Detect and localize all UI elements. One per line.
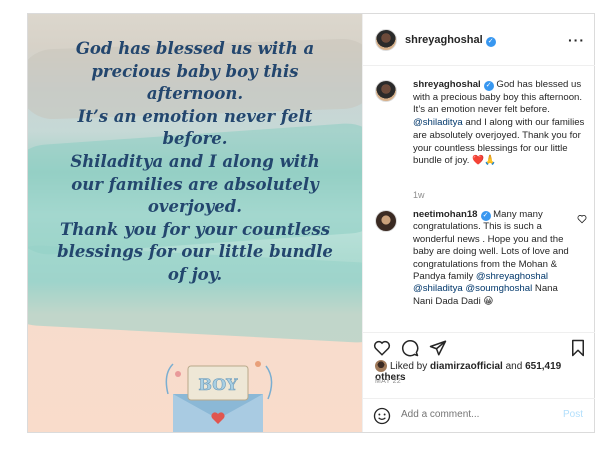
announcement-line: before. [162,129,228,149]
announcement-line: blessings for our little bundle [57,242,333,262]
announcement-line: precious baby boy this [91,61,299,81]
verified-badge-icon: ✓ [485,37,496,47]
likes-user[interactable]: diamirzaofficial [430,361,503,372]
caption-avatar[interactable] [375,80,397,102]
save-bookmark-icon[interactable] [569,339,587,357]
add-comment-bar: Post [363,398,595,432]
likes-middle: and [502,361,526,372]
announcement-line: of joy. [167,264,223,284]
header-username[interactable]: shreyaghoshal ✓ [405,34,496,47]
comment-text: neetimohan18 ✓ Many many congratulations.… [413,209,569,308]
liker-avatar[interactable] [375,360,387,372]
caption-username[interactable]: shreyaghoshal [413,79,481,90]
emoji-smile-icon[interactable] [373,407,391,425]
announcement-line: It’s an emotion never felt [77,106,313,126]
comment-bubble-icon[interactable] [401,339,419,357]
envelope-illustration: BOY [165,361,273,432]
announcement-line: afternoon. [146,84,244,104]
announcement-line: overjoyed. [147,197,243,217]
verified-badge-icon: ✓ [483,81,494,91]
comment-like-heart-icon[interactable] [577,214,587,224]
mention-link[interactable]: @shiladitya [413,117,463,128]
post-comment-button[interactable]: Post [563,409,583,420]
post-header: shreyaghoshal ✓ ··· [363,14,595,66]
avatar[interactable] [375,29,397,51]
comment-avatar[interactable] [375,210,397,232]
announcement-line: our families are absolutely [71,174,319,194]
post-image[interactable]: God has blessed us with a precious baby … [28,14,362,432]
likes-prefix: Liked by [390,361,431,372]
header-username-text[interactable]: shreyaghoshal [405,34,483,46]
action-bar [363,332,595,358]
comment-username[interactable]: neetimohan18 [413,209,478,220]
announcement-text: God has blessed us with a precious baby … [38,38,352,287]
verified-badge-icon: ✓ [480,211,491,221]
mention-link[interactable]: @shiladitya [413,283,463,294]
share-paper-plane-icon[interactable] [429,339,447,357]
caption-timestamp[interactable]: 1w [413,190,425,200]
add-comment-input[interactable] [401,409,541,420]
instagram-post: God has blessed us with a precious baby … [27,13,595,433]
mention-link[interactable]: @shreyaghoshal [476,271,548,282]
more-options-icon[interactable]: ··· [568,32,585,48]
envelope-label: BOY [198,375,238,394]
announcement-line: Shiladitya and I along with [70,151,320,171]
announcement-line: Thank you for your countless [59,219,331,239]
like-heart-icon[interactable] [373,339,391,357]
announcement-line: God has blessed us with a [75,39,315,58]
post-date[interactable]: MAY 22 [375,378,401,385]
likes-summary: Liked by diamirzaofficial and 651,419 ot… [375,360,594,383]
post-sidebar: shreyaghoshal ✓ ··· shreyaghoshal ✓ God ha… [362,14,595,432]
caption-text: shreyaghoshal ✓ God has blessed us with a… [413,79,589,168]
mention-link[interactable]: @soumghoshal [465,283,532,294]
